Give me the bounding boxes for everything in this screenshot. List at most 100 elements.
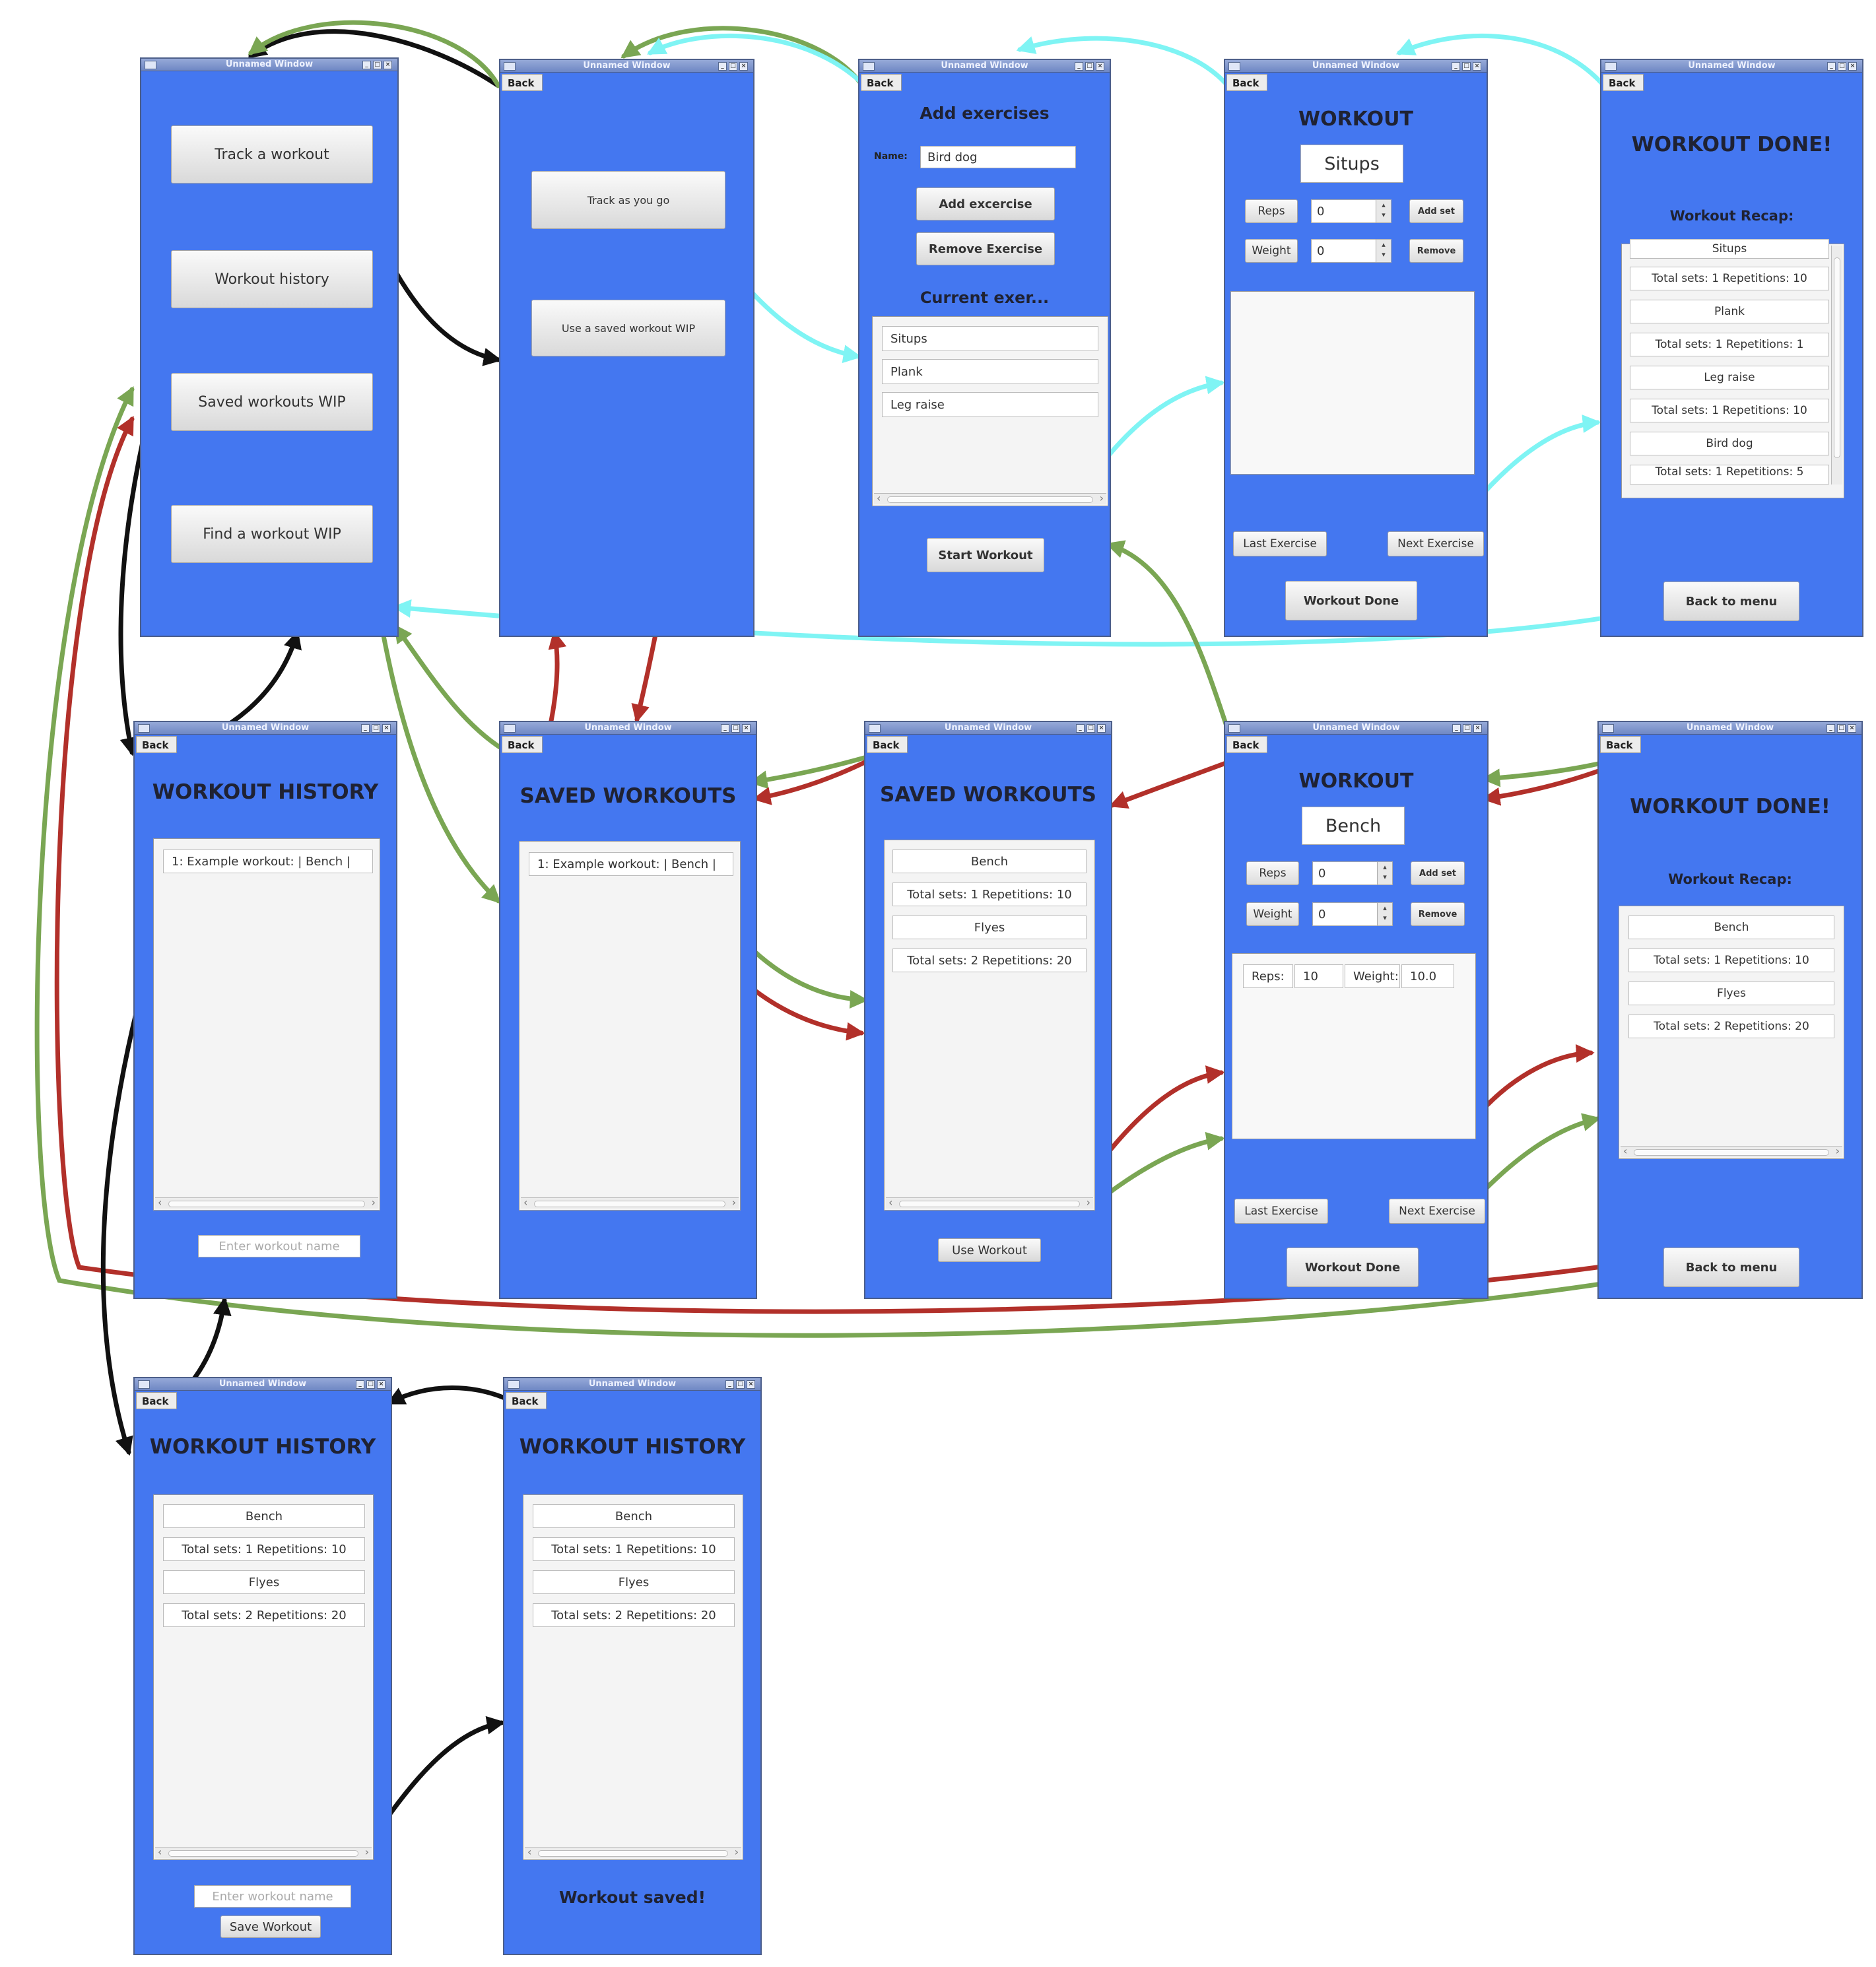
close-icon[interactable]: × bbox=[384, 61, 392, 69]
maximize-icon[interactable]: □ bbox=[1087, 724, 1095, 733]
weight-stepper[interactable]: 0 bbox=[1312, 902, 1393, 926]
minimize-icon[interactable]: _ bbox=[361, 724, 370, 733]
history-detail-list[interactable]: Bench Total sets: 1 Repetitions: 10 Flye… bbox=[523, 1494, 743, 1860]
horizontal-scrollbar[interactable] bbox=[155, 1196, 378, 1209]
add-set-button[interactable]: Add set bbox=[1409, 199, 1463, 223]
maximize-icon[interactable]: □ bbox=[1837, 724, 1846, 733]
minimize-icon[interactable]: _ bbox=[1827, 62, 1836, 71]
recap-list[interactable]: Bench Total sets: 1 Repetitions: 10 Flye… bbox=[1619, 906, 1844, 1159]
history-detail-list[interactable]: Bench Total sets: 1 Repetitions: 10 Flye… bbox=[153, 1494, 374, 1860]
saved-detail-list[interactable]: Bench Total sets: 1 Repetitions: 10 Flye… bbox=[884, 840, 1095, 1211]
back-button[interactable]: Back bbox=[867, 736, 908, 753]
close-icon[interactable]: × bbox=[742, 724, 751, 733]
list-item[interactable]: Situps bbox=[882, 326, 1098, 351]
maximize-icon[interactable]: □ bbox=[372, 724, 380, 733]
maximize-icon[interactable]: □ bbox=[373, 61, 382, 69]
horizontal-scrollbar[interactable] bbox=[874, 492, 1106, 504]
back-button[interactable]: Back bbox=[1603, 74, 1644, 91]
maximize-icon[interactable]: □ bbox=[731, 724, 740, 733]
list-item[interactable]: 1: Example workout: | Bench | bbox=[529, 852, 733, 876]
saved-list[interactable]: 1: Example workout: | Bench | bbox=[519, 841, 741, 1211]
back-button[interactable]: Back bbox=[1226, 736, 1267, 753]
close-icon[interactable]: × bbox=[1097, 724, 1106, 733]
back-button[interactable]: Back bbox=[861, 74, 902, 91]
next-exercise-button[interactable]: Next Exercise bbox=[1388, 531, 1484, 556]
horizontal-scrollbar[interactable] bbox=[886, 1196, 1093, 1209]
back-button[interactable]: Back bbox=[1600, 736, 1641, 753]
back-button[interactable]: Back bbox=[136, 1392, 177, 1409]
horizontal-scrollbar[interactable] bbox=[525, 1846, 741, 1858]
close-icon[interactable]: × bbox=[1848, 724, 1856, 733]
save-workout-button[interactable]: Save Workout bbox=[220, 1916, 321, 1938]
maximize-icon[interactable]: □ bbox=[1462, 62, 1471, 71]
back-to-menu-button[interactable]: Back to menu bbox=[1663, 1248, 1799, 1287]
back-button[interactable]: Back bbox=[502, 736, 543, 753]
weight-stepper[interactable]: 0 bbox=[1311, 239, 1391, 263]
use-saved-workout-button[interactable]: Use a saved workout WIP bbox=[531, 300, 725, 356]
maximize-icon[interactable]: □ bbox=[729, 62, 737, 71]
minimize-icon[interactable]: _ bbox=[1075, 62, 1083, 71]
close-icon[interactable]: × bbox=[1473, 724, 1482, 733]
remove-exercise-button[interactable]: Remove Exercise bbox=[916, 232, 1055, 265]
start-workout-button[interactable]: Start Workout bbox=[927, 538, 1044, 572]
minimize-icon[interactable]: _ bbox=[1452, 62, 1460, 71]
minimize-icon[interactable]: _ bbox=[725, 1380, 734, 1389]
minimize-icon[interactable]: _ bbox=[362, 61, 371, 69]
maximize-icon[interactable]: □ bbox=[366, 1380, 375, 1389]
close-icon[interactable]: × bbox=[382, 724, 391, 733]
saved-workouts-button[interactable]: Saved workouts WIP bbox=[171, 373, 373, 431]
name-input[interactable]: Bird dog bbox=[920, 146, 1076, 168]
minimize-icon[interactable]: _ bbox=[718, 62, 727, 71]
minimize-icon[interactable]: _ bbox=[721, 724, 729, 733]
close-icon[interactable]: × bbox=[739, 62, 748, 71]
close-icon[interactable]: × bbox=[1848, 62, 1857, 71]
workout-done-button[interactable]: Workout Done bbox=[1287, 1248, 1419, 1287]
remove-set-button[interactable]: Remove bbox=[1409, 239, 1463, 263]
minimize-icon[interactable]: _ bbox=[1826, 724, 1835, 733]
sets-list[interactable] bbox=[1230, 291, 1475, 475]
track-as-you-go-button[interactable]: Track as you go bbox=[531, 171, 725, 229]
horizontal-scrollbar[interactable] bbox=[521, 1196, 739, 1209]
minimize-icon[interactable]: _ bbox=[1452, 724, 1461, 733]
workout-history-button[interactable]: Workout history bbox=[171, 250, 373, 308]
minimize-icon[interactable]: _ bbox=[356, 1380, 364, 1389]
list-item[interactable]: Leg raise bbox=[882, 392, 1098, 417]
last-exercise-button[interactable]: Last Exercise bbox=[1234, 1199, 1328, 1224]
maximize-icon[interactable]: □ bbox=[1085, 62, 1094, 71]
add-set-button[interactable]: Add set bbox=[1411, 861, 1465, 885]
list-item[interactable]: 1: Example workout: | Bench | bbox=[163, 850, 373, 873]
use-workout-button[interactable]: Use Workout bbox=[938, 1238, 1041, 1262]
back-button[interactable]: Back bbox=[136, 736, 177, 753]
find-workout-button[interactable]: Find a workout WIP bbox=[171, 505, 373, 563]
workout-name-input[interactable]: Enter workout name bbox=[194, 1885, 351, 1908]
next-exercise-button[interactable]: Next Exercise bbox=[1389, 1199, 1485, 1224]
close-icon[interactable]: × bbox=[1096, 62, 1104, 71]
horizontal-scrollbar[interactable] bbox=[155, 1846, 372, 1858]
close-icon[interactable]: × bbox=[747, 1380, 755, 1389]
back-button[interactable]: Back bbox=[506, 1392, 547, 1409]
workout-name-input[interactable]: Enter workout name bbox=[198, 1235, 360, 1257]
close-icon[interactable]: × bbox=[1473, 62, 1481, 71]
exercise-list[interactable]: Situps Plank Leg raise bbox=[872, 316, 1108, 506]
remove-set-button[interactable]: Remove bbox=[1411, 902, 1465, 926]
back-button[interactable]: Back bbox=[502, 74, 543, 91]
reps-stepper[interactable]: 0 bbox=[1311, 199, 1391, 223]
list-item[interactable]: Plank bbox=[882, 359, 1098, 384]
back-button[interactable]: Back bbox=[1226, 74, 1267, 91]
close-icon[interactable]: × bbox=[377, 1380, 385, 1389]
add-exercise-button[interactable]: Add excercise bbox=[916, 187, 1055, 220]
vertical-scrollbar[interactable] bbox=[1831, 246, 1842, 484]
reps-stepper[interactable]: 0 bbox=[1312, 861, 1393, 885]
minimize-icon[interactable]: _ bbox=[1076, 724, 1085, 733]
workout-done-button[interactable]: Workout Done bbox=[1285, 581, 1417, 620]
history-list[interactable]: 1: Example workout: | Bench | bbox=[153, 838, 380, 1211]
maximize-icon[interactable]: □ bbox=[1463, 724, 1471, 733]
maximize-icon[interactable]: □ bbox=[1838, 62, 1846, 71]
horizontal-scrollbar[interactable] bbox=[1621, 1145, 1842, 1157]
maximize-icon[interactable]: □ bbox=[736, 1380, 745, 1389]
back-to-menu-button[interactable]: Back to menu bbox=[1663, 582, 1799, 621]
track-workout-button[interactable]: Track a workout bbox=[171, 125, 373, 183]
last-exercise-button[interactable]: Last Exercise bbox=[1233, 531, 1327, 556]
sets-list[interactable]: Reps: 10 Weight: 10.0 bbox=[1232, 953, 1476, 1139]
recap-list[interactable]: Situps Total sets: 1 Repetitions: 10 Pla… bbox=[1621, 239, 1844, 498]
